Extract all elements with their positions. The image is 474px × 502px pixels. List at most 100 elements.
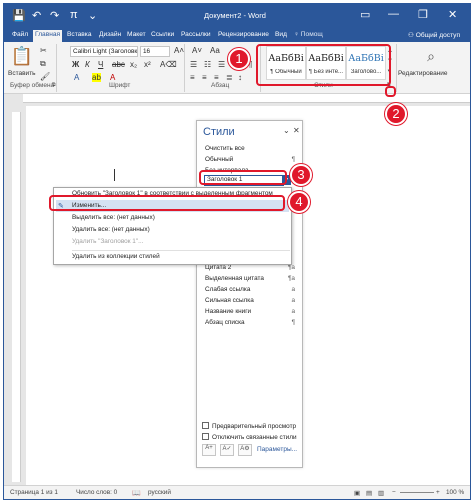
style-item-intense-reference[interactable]: Сильная ссылка a [205,297,297,308]
style-inspector-icon[interactable]: A✓ [220,444,234,456]
styles-pane-title: Стили [203,126,235,138]
text-cursor [114,169,115,181]
zoom-level[interactable]: 100 % [446,489,464,496]
chevron-down-icon[interactable]: ⌄ [283,126,290,135]
user-icon: ⚇ [408,32,416,39]
multilevel-list-icon[interactable]: ☰ [218,60,225,69]
tab-review[interactable]: Рецензирование [216,30,271,42]
underline-icon[interactable]: Ч [98,60,103,69]
change-case-icon[interactable]: Aa [210,46,220,55]
menu-item-remove-from-gallery[interactable]: Удалить из коллекции стилей [72,253,160,260]
web-layout-icon[interactable]: ▥ [378,489,384,497]
editing-button-label[interactable]: Редактирование [398,70,448,77]
new-style-icon[interactable]: A+ [202,444,216,456]
share-button[interactable]: ⚇ Общий доступ [406,30,462,42]
disable-linked-checkbox[interactable]: Отключить связанные стили [202,433,300,443]
italic-icon[interactable]: К [85,60,90,69]
menu-item-delete-style: Удалить "Заголовок 1"... [72,238,144,245]
subscript-icon[interactable]: x₂ [130,60,137,69]
save-icon[interactable]: 💾 [12,9,26,22]
status-bar: Страница 1 из 1 Число слов: 0 📖 русский … [4,485,470,499]
font-size-combo[interactable]: 16 [140,46,170,57]
zoom-slider[interactable] [400,492,434,493]
annotation-box-modify [49,195,285,211]
window-title: Документ2 - Word [204,11,266,20]
annotation-badge-1: 1 [228,48,250,70]
clipboard-launcher-icon[interactable]: ⧉ [52,82,56,88]
undo-icon[interactable]: ↶ [32,9,41,22]
zoom-in-icon[interactable]: + [436,489,440,496]
group-label-clipboard: Буфер обмена [10,82,55,89]
tab-view[interactable]: Вид [273,30,289,42]
tab-references[interactable]: Ссылки [149,30,176,42]
bold-icon[interactable]: Ж [72,60,79,69]
ribbon-group-labels: Буфер обмена ⧉ Шрифт Абзац Стили ⧉ [4,81,470,92]
annotation-badge-3: 3 [290,164,312,186]
annotation-box-launcher [385,86,396,97]
print-layout-icon[interactable]: ▤ [366,489,372,497]
copy-icon[interactable]: ⧉ [40,59,46,69]
tab-insert[interactable]: Вставка [65,30,94,42]
customize-toolbar-icon[interactable]: ⌄ [88,9,97,22]
checkbox-box[interactable] [202,433,209,440]
group-label-font: Шрифт [109,82,131,89]
paste-button-label[interactable]: Вставить [8,70,36,77]
status-words[interactable]: Число слов: 0 [76,489,117,496]
checkbox-box[interactable] [202,422,209,429]
status-language[interactable]: русский [148,489,171,496]
menu-item-select-all[interactable]: Выделить все: (нет данных) [72,214,155,221]
search-icon[interactable]: ⌕ [416,48,446,65]
style-options-link[interactable]: Параметры... [257,446,297,453]
ribbon-tabs: Файл Главная Вставка Дизайн Макет Ссылки… [4,28,470,42]
shrink-font-icon[interactable]: A˅ [192,46,202,55]
style-item-normal[interactable]: Обычный ¶ [205,156,297,167]
vertical-ruler[interactable] [12,112,21,482]
style-item-subtle-reference[interactable]: Слабая ссылка a [205,286,297,297]
group-label-paragraph: Абзац [211,82,230,89]
numbering-icon[interactable]: ☷ [204,60,211,69]
annotation-badge-2: 2 [385,103,407,125]
menu-item-delete-all[interactable]: Удалить все: (нет данных) [72,226,150,233]
tab-design[interactable]: Дизайн [97,30,123,42]
status-page[interactable]: Страница 1 из 1 [10,489,58,496]
strikethrough-icon[interactable]: abc [112,60,125,69]
style-item-list-paragraph[interactable]: Абзац списка ¶ [205,319,297,330]
grow-font-icon[interactable]: A˄ [174,46,184,55]
zoom-out-icon[interactable]: − [392,489,396,496]
tab-mailings[interactable]: Рассылки [179,30,213,42]
redo-icon[interactable]: ↷ [50,9,59,22]
minimize-icon[interactable]: — [388,8,399,20]
style-item-quote2[interactable]: Цитата 2 ¶a [205,264,297,275]
proofing-icon[interactable]: 📖 [132,489,141,497]
equation-icon[interactable]: π [70,9,78,21]
format-painter-icon[interactable]: 🖌 [40,72,50,81]
close-icon[interactable]: ✕ [293,126,300,135]
preview-checkbox[interactable]: Предварительный просмотр [202,422,300,432]
lightbulb-icon: ♀ [294,31,301,38]
maximize-icon[interactable]: ❐ [418,8,428,21]
font-name-combo[interactable]: Calibri Light (Заголовк [70,46,138,57]
style-item-clear[interactable]: Очистить все [205,145,297,156]
ribbon-display-icon[interactable]: ▭ [360,8,370,21]
tab-home[interactable]: Главная [33,30,63,42]
bullets-icon[interactable]: ☰ [190,60,197,69]
tab-help[interactable]: ♀ Помощ [292,30,325,42]
style-item-intense-quote[interactable]: Выделенная цитата ¶a [205,275,297,286]
cut-icon[interactable]: ✂ [40,46,47,55]
annotation-box-heading1 [199,170,287,185]
title-bar: 💾 ↶ ↷ π ⌄ Документ2 - Word ▭ — ❐ ✕ [4,4,470,28]
menu-separator [72,250,290,251]
horizontal-ruler[interactable] [23,94,470,103]
read-mode-icon[interactable]: ▣ [354,489,360,497]
clear-format-icon[interactable]: A⌫ [160,60,177,69]
paste-icon[interactable]: 📋 [10,46,34,67]
tab-layout[interactable]: Макет [125,30,148,42]
word-window: 💾 ↶ ↷ π ⌄ Документ2 - Word ▭ — ❐ ✕ Файл … [3,3,471,500]
style-item-book-title[interactable]: Название книги a [205,308,297,319]
annotation-badge-4: 4 [288,191,310,213]
annotation-box-styles-gallery [256,44,391,86]
close-icon[interactable]: ✕ [448,8,457,21]
manage-styles-icon[interactable]: A⚙ [238,444,252,456]
tab-file[interactable]: Файл [10,30,30,42]
superscript-icon[interactable]: x² [144,60,151,69]
